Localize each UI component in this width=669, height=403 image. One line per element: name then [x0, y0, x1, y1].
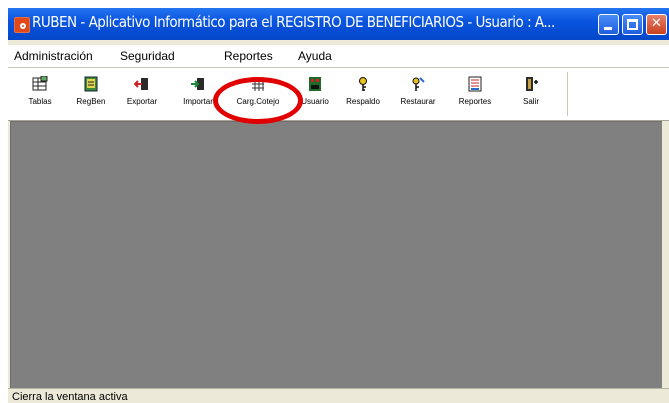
toolbar-separator — [567, 72, 568, 116]
mdi-client-area[interactable] — [10, 121, 663, 390]
app-logo-icon[interactable] — [14, 17, 30, 33]
user-icon — [307, 76, 323, 92]
toolbar-label: RegBen — [76, 97, 106, 106]
window-right-border — [662, 121, 669, 388]
toolbar-label: Restaurar — [400, 97, 436, 106]
status-text: Cierra la ventana activa — [12, 391, 128, 403]
maximize-button[interactable] — [622, 14, 643, 35]
red-highlight-circle — [213, 77, 303, 124]
app-window: RUBEN - Aplicativo Informático para el R… — [8, 0, 669, 403]
toolbar-label: Salir — [522, 97, 539, 106]
toolbar-label: Exportar — [126, 97, 158, 106]
register-icon — [83, 76, 99, 92]
menu-reportes[interactable]: Reportes — [224, 49, 273, 63]
screen-left-edge — [0, 0, 8, 403]
menu-administracion[interactable]: Administración — [14, 49, 93, 63]
exit-door-icon — [523, 76, 539, 92]
window-title: RUBEN - Aplicativo Informático para el R… — [32, 13, 555, 31]
toolbar-label: Respaldo — [346, 97, 380, 106]
table-icon — [32, 75, 48, 92]
report-icon — [467, 76, 483, 92]
key-icon — [355, 76, 371, 92]
menu-ayuda[interactable]: Ayuda — [298, 49, 332, 63]
toolbar-button-tablas[interactable]: Tablas — [14, 75, 66, 106]
toolbar-button-exportar[interactable]: Exportar — [116, 76, 168, 106]
export-icon — [133, 76, 150, 92]
toolbar: Tablas RegBen Exportar Importar Carg.Cot… — [8, 68, 669, 121]
toolbar-button-regben[interactable]: RegBen — [65, 76, 117, 106]
toolbar-label: Reportes — [458, 97, 492, 106]
toolbar-button-restaurar[interactable]: Restaurar — [392, 76, 444, 106]
import-icon — [190, 76, 206, 92]
menu-seguridad[interactable]: Seguridad — [120, 49, 175, 63]
toolbar-button-reportes[interactable]: Reportes — [449, 76, 501, 106]
toolbar-button-salir[interactable]: Salir — [505, 76, 557, 106]
menu-bar: Administración Seguridad Reportes Ayuda — [8, 45, 669, 68]
toolbar-button-respaldo[interactable]: Respaldo — [337, 76, 389, 106]
title-bar-top-strip — [8, 0, 669, 8]
title-bar[interactable]: RUBEN - Aplicativo Informático para el R… — [8, 0, 669, 40]
restore-key-icon — [410, 76, 426, 92]
toolbar-label: Tablas — [28, 97, 52, 106]
status-bar: Cierra la ventana activa — [8, 388, 669, 403]
minimize-button[interactable] — [598, 14, 619, 35]
close-button[interactable] — [646, 14, 667, 35]
